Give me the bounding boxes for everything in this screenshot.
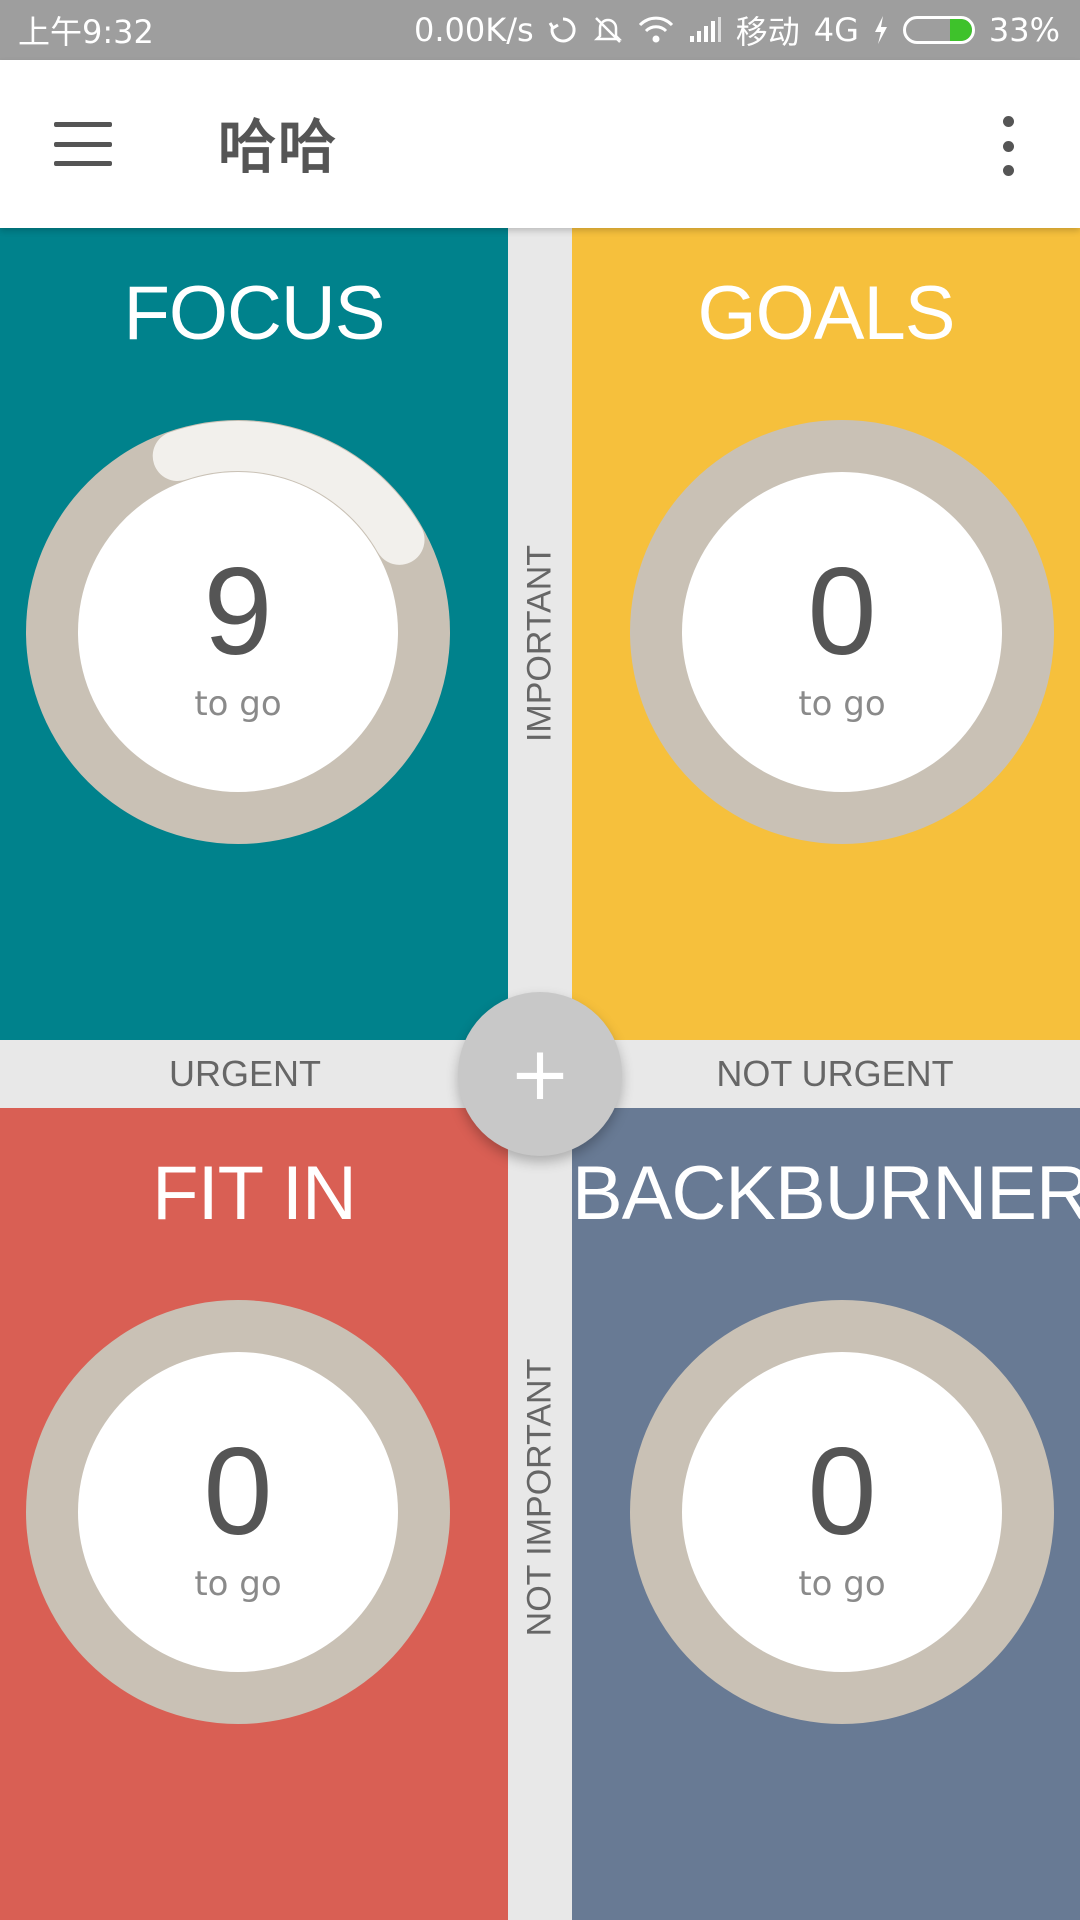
ring-center: 9 to go [78, 472, 398, 792]
status-time: 上午9:32 [18, 13, 154, 51]
tasks-caption: to go [194, 684, 282, 724]
carrier-name: 移动 [735, 13, 800, 51]
network-type: 4G [813, 11, 859, 49]
add-task-button[interactable]: + [458, 992, 622, 1156]
quadrant-fit-in[interactable]: FIT IN 0 to go [0, 1108, 508, 1920]
mute-icon [592, 14, 624, 46]
charging-icon [873, 15, 889, 45]
progress-ring: 0 to go [630, 1300, 1054, 1724]
tasks-count: 9 [203, 543, 273, 681]
hamburger-menu-icon[interactable] [54, 122, 112, 166]
sync-icon [548, 15, 578, 45]
ring-center: 0 to go [78, 1352, 398, 1672]
quadrant-backburner[interactable]: BACKBURNER 0 to go [572, 1108, 1080, 1920]
tasks-count: 0 [807, 543, 877, 681]
progress-ring: 0 to go [26, 1300, 450, 1724]
quadrant-focus[interactable]: FOCUS 9 to go [0, 228, 508, 1040]
axis-label-important: IMPORTANT [520, 544, 559, 743]
axis-label-urgent: URGENT [169, 1053, 321, 1094]
ring-center: 0 to go [682, 1352, 1002, 1672]
network-speed: 0.00K/s [414, 11, 534, 49]
status-bar: 上午9:32 0.00K/s 移动 4G 33% [0, 0, 1080, 60]
add-icon: + [508, 1031, 571, 1117]
page-title: 哈哈 [218, 113, 339, 181]
axis-label-not-urgent: NOT URGENT [716, 1053, 954, 1094]
quadrant-title: GOALS [697, 271, 956, 356]
tasks-caption: to go [194, 1564, 282, 1604]
ring-center: 0 to go [682, 472, 1002, 792]
signal-icon [688, 16, 722, 44]
quadrant-title: BACKBURNER [572, 1151, 1080, 1236]
tasks-count: 0 [807, 1423, 877, 1561]
quadrant-title: FIT IN [152, 1151, 357, 1236]
progress-ring: 0 to go [630, 420, 1054, 844]
tasks-count: 0 [203, 1423, 273, 1561]
tasks-caption: to go [798, 684, 886, 724]
app-bar: 哈哈 [0, 60, 1080, 228]
tasks-caption: to go [798, 1564, 886, 1604]
battery-icon [902, 16, 975, 44]
more-vert-icon[interactable] [996, 116, 1020, 176]
quadrant-title: FOCUS [123, 271, 386, 356]
battery-percent: 33% [988, 11, 1060, 49]
axis-label-not-important: NOT IMPORTANT [520, 1358, 559, 1637]
wifi-icon [638, 15, 674, 45]
progress-ring: 9 to go [26, 420, 450, 844]
quadrant-goals[interactable]: GOALS 0 to go [572, 228, 1080, 1040]
